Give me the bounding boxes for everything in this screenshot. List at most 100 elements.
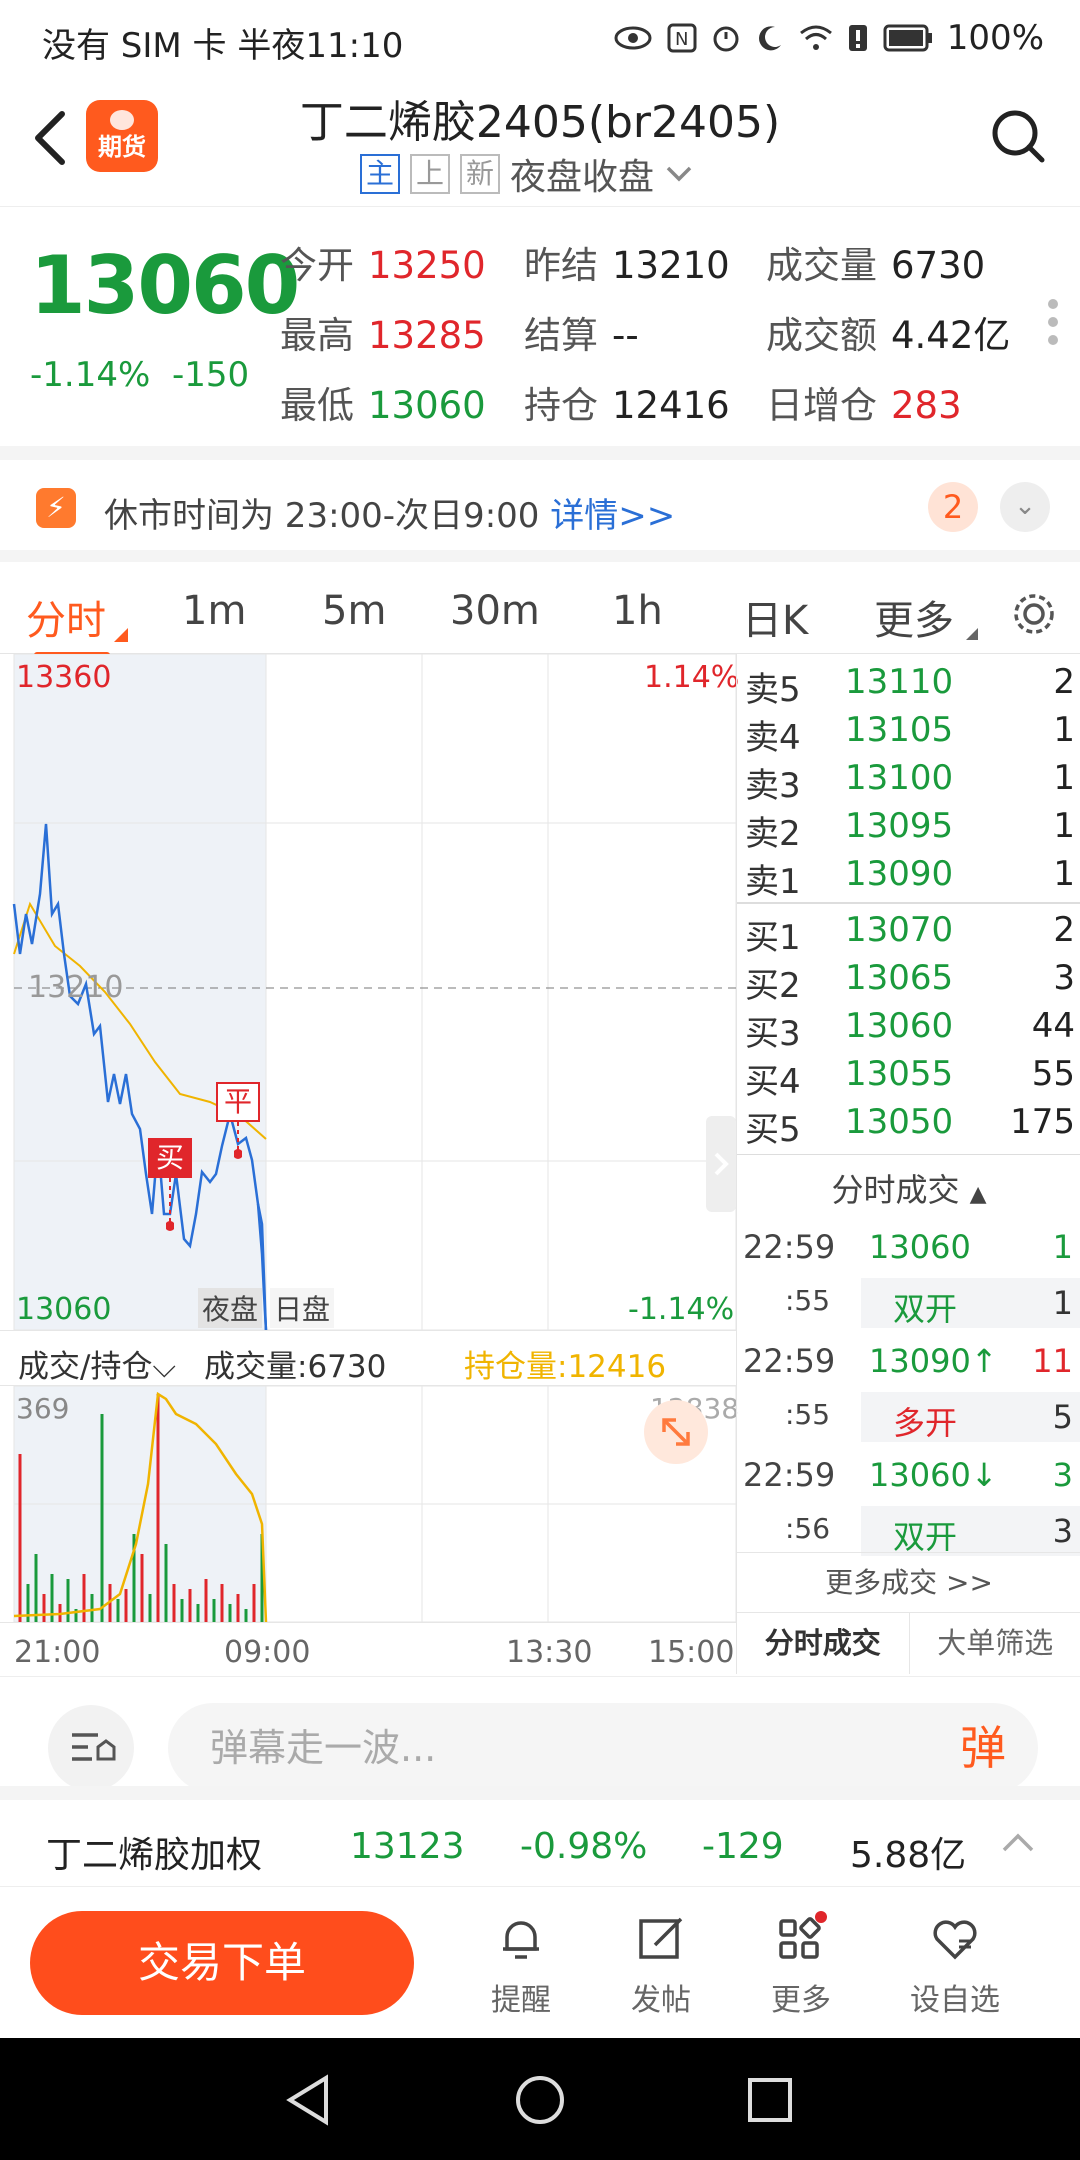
fullscreen-button[interactable] [644,1400,708,1464]
trade-type-volume: 5 [1052,1398,1073,1436]
ask-price: 13100 [845,758,954,798]
bid-row: 买2 13065 3 [737,958,1080,1006]
notice-details-link[interactable]: 详情>> [550,496,675,536]
battery-percent: 100% [946,18,1044,58]
market-notice[interactable]: ⚡ 休市时间为 23:00-次日9:00 详情>> 2 ⌄ [0,446,1080,550]
trade-type-volume: 1 [1052,1284,1073,1322]
chevron-down-icon[interactable]: ⌄ [1000,482,1050,532]
more-dots-icon[interactable] [1048,299,1058,349]
nav-alert[interactable]: 提醒 [466,1911,576,2019]
quote-label: 持仓 [524,384,598,427]
quote-low: 最低 13060 [280,375,486,429]
quote-value: 12416 [612,384,730,427]
bid-qty: 55 [1031,1054,1075,1094]
nav-more[interactable]: 更多 [746,1911,856,2019]
svg-text:N: N [675,29,688,50]
nav-watchlist[interactable]: 设自选 [900,1911,1010,2019]
grid-icon [779,1911,827,1959]
corner-triangle-icon [966,628,978,640]
back-triangle-icon[interactable] [284,2074,334,2126]
danmu-placeholder: 弹幕走一波... [210,1726,437,1770]
moon-icon [758,26,781,51]
ask-price: 13105 [845,710,954,750]
nav-label: 发帖 [631,1983,691,2018]
danmu-input[interactable]: 弹幕走一波... 弹 [168,1703,1038,1793]
quote-label: 最高 [280,314,354,357]
weighted-change: -129 [702,1826,784,1867]
weighted-index-row[interactable]: 丁二烯胶加权 13123 -0.98% -129 5.88亿 [0,1786,1080,1886]
trade-seconds: :55 [785,1398,831,1431]
search-icon[interactable] [988,106,1048,166]
bid-price: 13050 [845,1102,954,1142]
ask-row: 卖5 13110 2 [737,662,1080,710]
quote-label: 成交量 [766,244,877,287]
recents-square-icon[interactable] [746,2076,794,2124]
notice-count-badge: 2 [928,482,978,532]
trade-type: 多开 [893,1404,958,1442]
trade-price: 13090↑ [869,1342,998,1380]
tab-more[interactable]: 更多 [874,588,954,646]
ask-label: 卖5 [745,670,801,710]
trade-seconds: :55 [785,1284,831,1317]
chart-top-pct: 1.14% [644,660,740,695]
nav-post[interactable]: 发帖 [606,1911,716,2019]
danmu-list-icon [72,1733,116,1761]
ask-qty: 1 [1053,758,1075,798]
tab-intraday-trades[interactable]: 分时成交 [737,1613,909,1674]
chart-top-price: 13360 [16,660,112,695]
indicator-selector[interactable]: 成交/持仓⌵ [18,1341,176,1386]
tab-large-orders[interactable]: 大单筛选 [908,1613,1080,1674]
bid-price: 13070 [845,910,954,950]
quote-value: 4.42亿 [891,314,1011,357]
gear-icon[interactable] [1010,590,1058,638]
trade-volume: 1 [1052,1228,1073,1266]
trade-volume: 3 [1052,1456,1073,1494]
tab-1m[interactable]: 1m [182,588,246,634]
buy-marker-stem [166,1178,174,1231]
ask-price: 13090 [845,854,954,894]
wifi-icon [799,25,832,50]
quote-value: 13250 [368,244,486,287]
volume-label: 成交量:6730 [204,1349,387,1385]
tab-intraday[interactable]: 分时 [26,588,106,646]
trades-header[interactable]: 分时成交 ▲ [737,1160,1080,1220]
trade-time: 22:59 [743,1228,836,1266]
tab-5m[interactable]: 5m [322,588,386,634]
ask-qty: 1 [1053,710,1075,750]
bid-qty: 175 [1010,1102,1075,1142]
close-marker[interactable]: 平 [216,1082,260,1122]
bell-icon [503,1921,539,1959]
quote-settle: 结算 -- [524,305,639,359]
tab-daily-k[interactable]: 日K [742,588,808,646]
bid-price: 13065 [845,958,954,998]
more-trades-link[interactable]: 更多成交 >> [737,1552,1080,1612]
tab-1h[interactable]: 1h [612,588,663,634]
trade-price: 13060↓ [869,1456,998,1494]
night-session-label: 夜盘 [198,1288,263,1328]
ask-qty: 1 [1053,806,1075,846]
quote-turnover: 成交额 4.42亿 [766,305,1010,359]
chart-mid-price: 13210 [28,970,124,1005]
danmu-bar: 弹幕走一波... 弹 [0,1676,1080,1793]
intraday-chart[interactable]: 13360 1.14% 13210 13060 -1.14% 夜盘 日盘 买 平… [0,653,740,1676]
orderbook-collapse-handle[interactable] [706,1116,736,1212]
book-divider [737,902,1080,904]
danmu-settings-button[interactable] [48,1705,134,1791]
place-order-button[interactable]: 交易下单 [30,1911,414,2015]
tab-30m[interactable]: 30m [450,588,540,634]
trade-price: 13060 [869,1228,971,1266]
quote-volume: 成交量 6730 [766,235,985,289]
home-circle-icon[interactable] [514,2074,566,2126]
quote-value: 13060 [368,384,486,427]
ask-price: 13110 [845,662,954,702]
last-price: 13060 [30,239,300,332]
bid-qty: 44 [1031,1006,1075,1046]
send-danmu-button[interactable]: 弹 [928,1703,1038,1793]
chevron-up-icon[interactable] [1000,1830,1036,1854]
quote-label: 今开 [280,244,354,287]
buy-marker[interactable]: 买 [148,1138,192,1178]
corner-triangle-icon [114,628,128,642]
subtitle-bar[interactable]: 主 上 新 夜盘收盘 [360,148,694,200]
quote-label: 昨结 [524,244,598,287]
ask-price: 13095 [845,806,954,846]
